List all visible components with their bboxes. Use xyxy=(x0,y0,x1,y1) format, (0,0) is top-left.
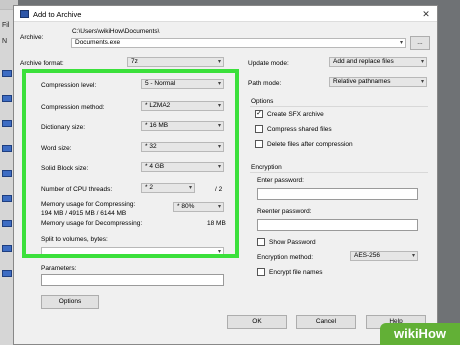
delete-after-label: Delete files after compression xyxy=(267,141,353,148)
archive-label: Archive: xyxy=(20,34,44,41)
show-password-checkbox[interactable] xyxy=(257,238,265,246)
archive-name-combo[interactable]: Documents.exe ▾ xyxy=(71,38,406,48)
cancel-button[interactable]: Cancel xyxy=(296,315,356,329)
wikihow-watermark: wikiHow xyxy=(380,323,460,345)
path-mode-label: Path mode: xyxy=(248,80,282,87)
create-sfx-checkbox[interactable]: ✓ xyxy=(255,110,263,118)
folder-icon xyxy=(2,145,12,152)
parameters-label: Parameters: xyxy=(41,265,77,272)
title-bar: Add to Archive ✕ xyxy=(14,6,437,22)
reenter-password-input[interactable] xyxy=(257,219,418,231)
chevron-down-icon: ▾ xyxy=(420,59,424,65)
update-mode-value: Add and replace files xyxy=(333,58,394,65)
compress-shared-label: Compress shared files xyxy=(267,126,332,133)
close-icon: ✕ xyxy=(422,9,430,19)
archive-app-icon xyxy=(20,10,29,18)
archive-format-select[interactable]: 7z ▾ xyxy=(127,57,224,67)
options-group-label: Options xyxy=(251,98,274,105)
folder-icon xyxy=(2,245,12,252)
archive-name-value: Documents.exe xyxy=(75,39,121,46)
folder-icon xyxy=(2,120,12,127)
folder-icon xyxy=(2,270,12,277)
show-password-label: Show Password xyxy=(269,239,316,246)
path-mode-value: Relative pathnames xyxy=(333,78,391,85)
update-mode-label: Update mode: xyxy=(248,60,289,67)
chevron-down-icon: ▾ xyxy=(217,59,221,65)
archive-format-value: 7z xyxy=(131,58,138,65)
folder-icon xyxy=(2,195,12,202)
browse-button[interactable]: ... xyxy=(410,36,430,50)
highlight-box xyxy=(22,69,239,258)
encryption-method-label: Encryption method: xyxy=(257,254,314,261)
encryption-method-select[interactable]: AES-256 ▾ xyxy=(350,251,418,261)
archive-path: C:\Users\wikiHow\Documents\ xyxy=(72,28,160,35)
enter-password-label: Enter password: xyxy=(257,177,304,184)
enter-password-input[interactable] xyxy=(257,188,418,200)
compress-shared-checkbox[interactable] xyxy=(255,125,263,133)
close-button[interactable]: ✕ xyxy=(418,8,434,20)
options-button[interactable]: Options xyxy=(41,295,99,309)
encryption-method-value: AES-256 xyxy=(354,252,381,259)
explorer-menu-letter: N xyxy=(2,38,8,45)
reenter-password-label: Reenter password: xyxy=(257,208,312,215)
parameters-input[interactable] xyxy=(41,274,224,286)
encrypt-names-label: Encrypt file names xyxy=(269,269,323,276)
encryption-group-border xyxy=(250,172,428,173)
update-mode-select[interactable]: Add and replace files ▾ xyxy=(329,57,427,67)
encryption-group-label: Encryption xyxy=(251,164,282,171)
folder-icon xyxy=(2,170,12,177)
encrypt-names-checkbox[interactable] xyxy=(257,268,265,276)
folder-icon xyxy=(2,220,12,227)
window-title: Add to Archive xyxy=(33,10,82,19)
folder-icon xyxy=(2,95,12,102)
ok-button[interactable]: OK xyxy=(227,315,287,329)
archive-format-label: Archive format: xyxy=(20,60,64,67)
create-sfx-label: Create SFX archive xyxy=(267,111,324,118)
explorer-menu-letter: Fil xyxy=(2,22,10,29)
chevron-down-icon: ▾ xyxy=(399,40,403,46)
chevron-down-icon: ▾ xyxy=(420,79,424,85)
path-mode-select[interactable]: Relative pathnames ▾ xyxy=(329,77,427,87)
folder-icon xyxy=(2,70,12,77)
delete-after-checkbox[interactable] xyxy=(255,140,263,148)
options-group-border xyxy=(250,106,428,107)
chevron-down-icon: ▾ xyxy=(411,253,415,259)
